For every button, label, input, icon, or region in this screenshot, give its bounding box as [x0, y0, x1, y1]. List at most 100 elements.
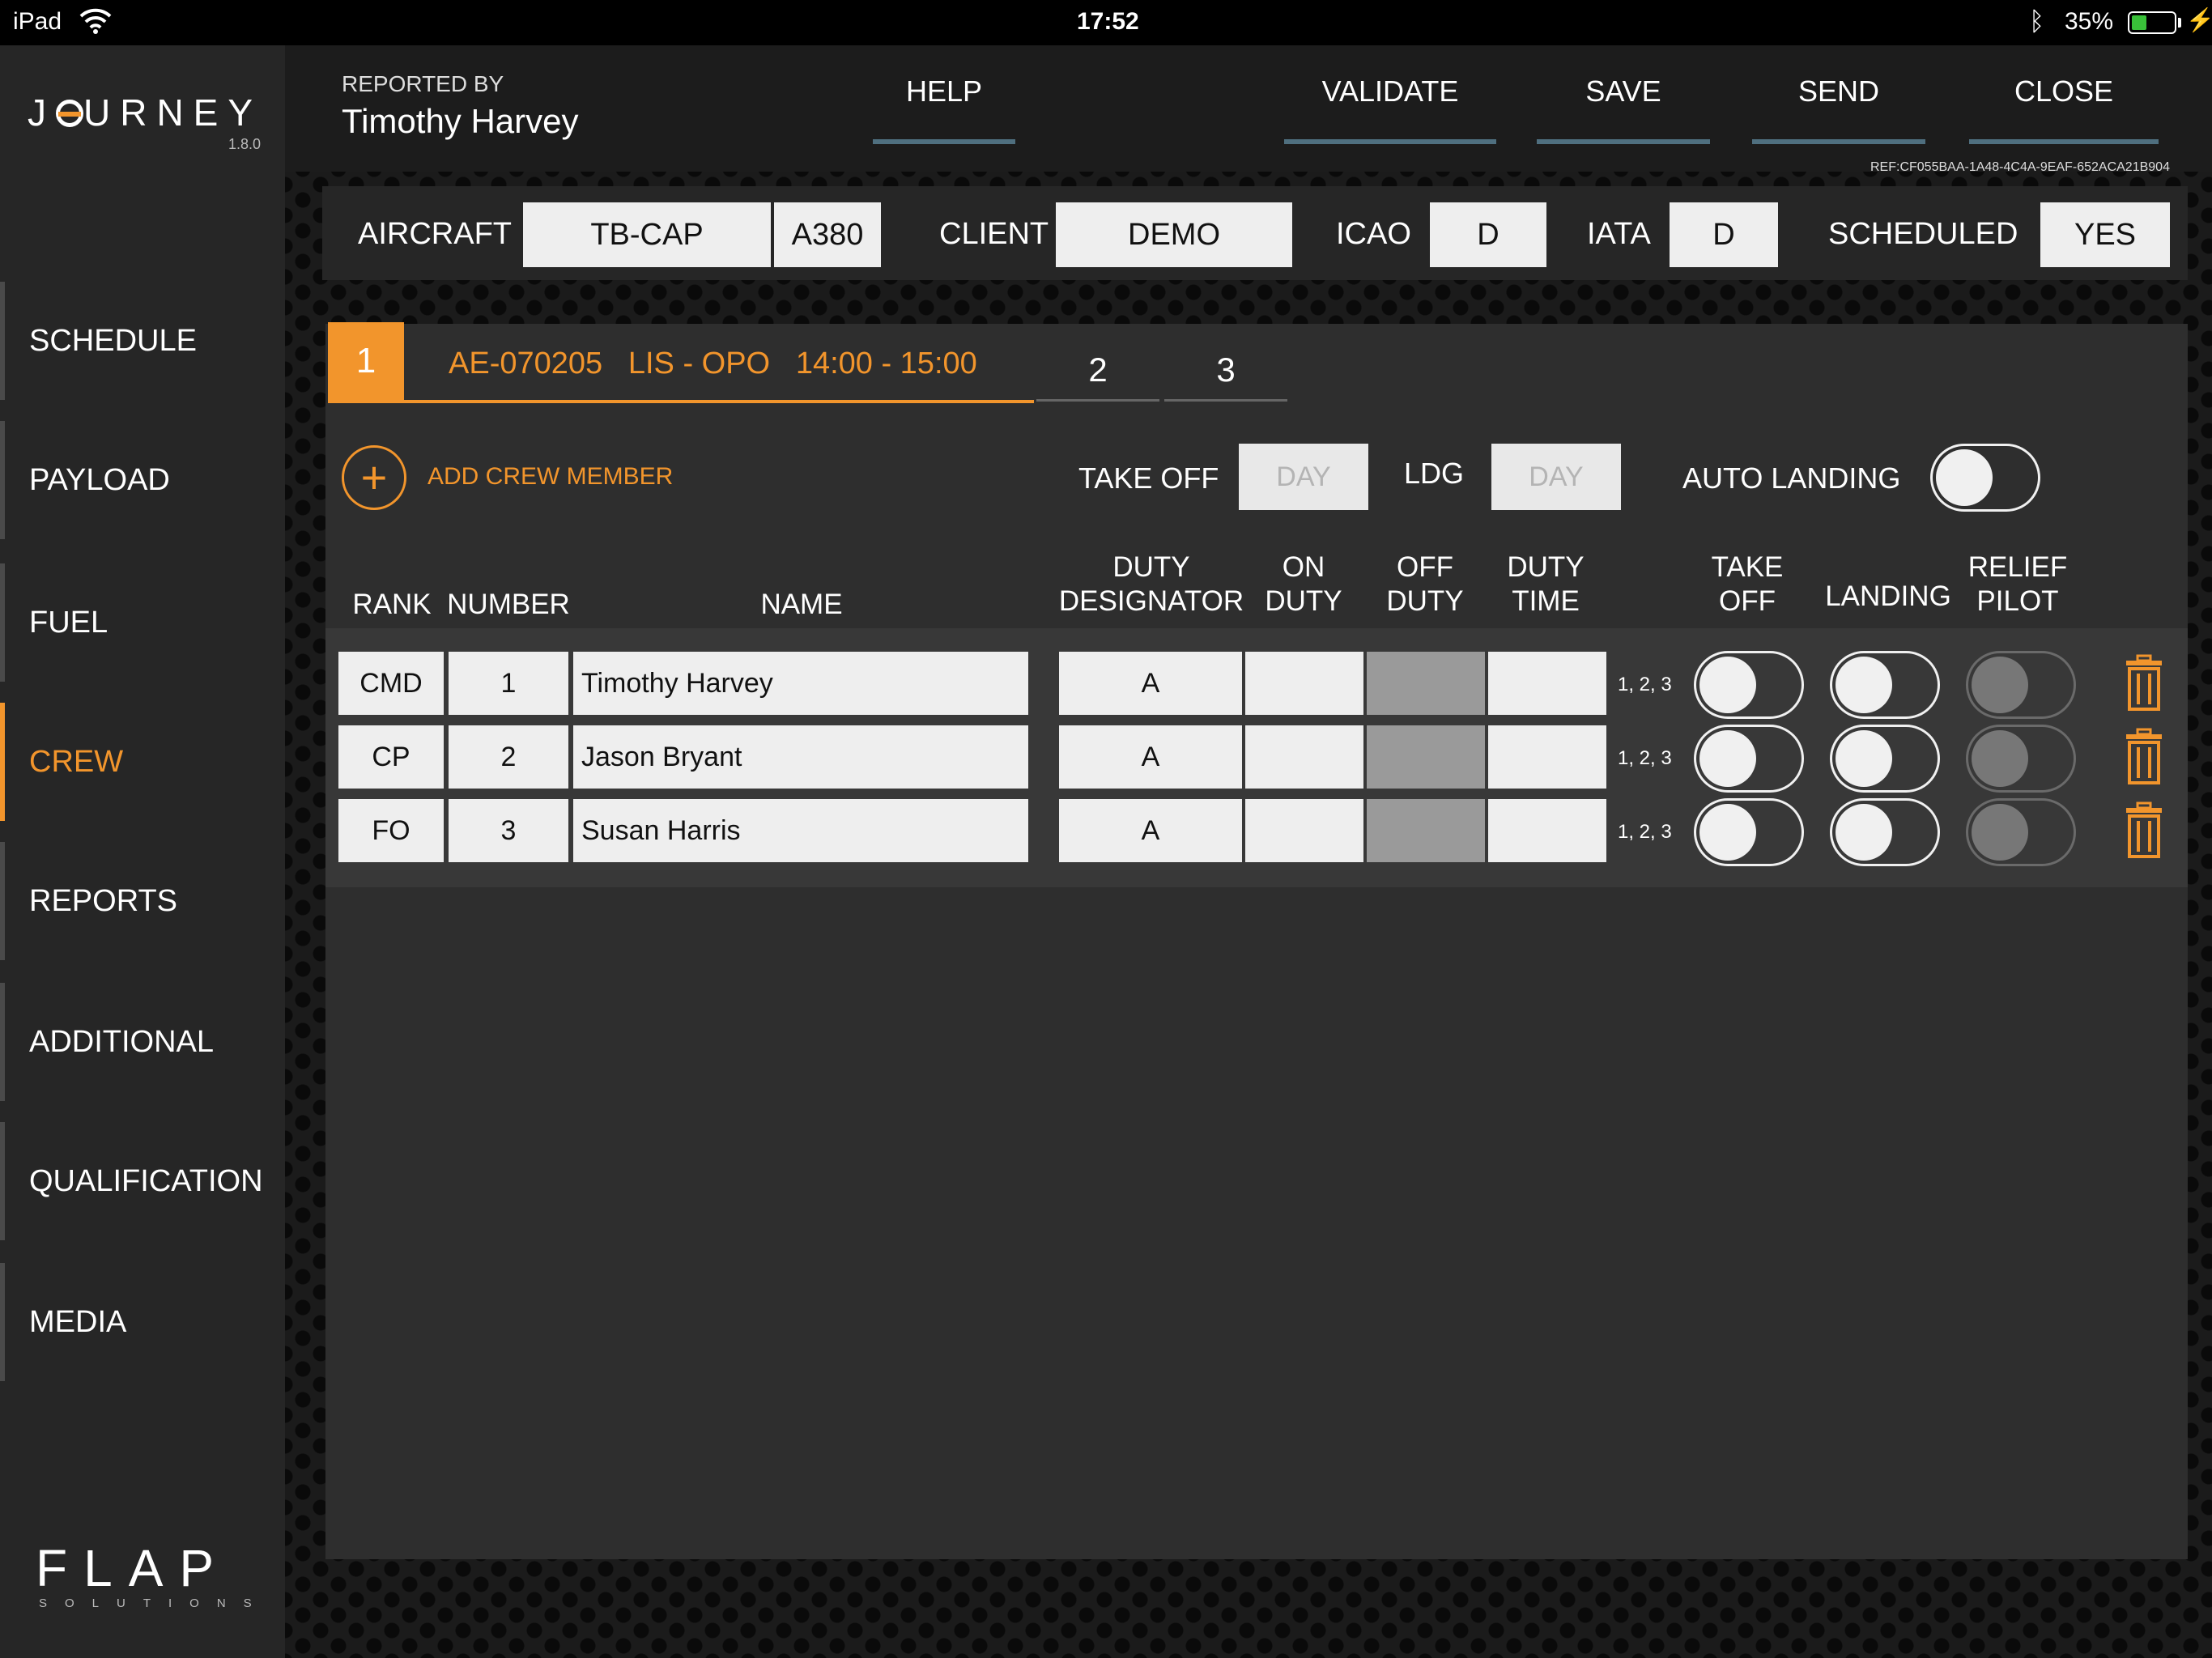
sidebar-item-label: PAYLOAD: [29, 462, 170, 497]
scheduled-field[interactable]: YES: [2040, 202, 2170, 267]
save-button[interactable]: SAVE: [1537, 70, 1710, 144]
duty-time-field[interactable]: [1488, 725, 1606, 789]
header-on-duty: ON DUTY: [1247, 551, 1360, 619]
header-line: TIME: [1512, 585, 1580, 617]
sidebar-item-reports[interactable]: REPORTS: [0, 842, 285, 960]
add-crew-plus-icon[interactable]: +: [342, 445, 406, 510]
device-name: iPad: [13, 8, 62, 35]
take-off-toggle[interactable]: [1694, 651, 1804, 719]
scheduled-label: SCHEDULED: [1828, 217, 2018, 251]
crew-rank-field[interactable]: CP: [338, 725, 444, 789]
client-field[interactable]: DEMO: [1056, 202, 1292, 267]
sidebar-item-label: REPORTS: [29, 883, 178, 918]
header-duty-designator: DUTY DESIGNATOR: [1057, 551, 1245, 619]
sidebar-item-media[interactable]: MEDIA: [0, 1263, 285, 1381]
header-landing: LANDING: [1825, 580, 1951, 612]
status-bar: iPad 17:52 ᛒ 35%: [0, 0, 2212, 45]
toggle-knob: [1972, 804, 2028, 861]
crew-name-field[interactable]: Susan Harris: [573, 799, 1028, 862]
save-button-label: SAVE: [1585, 74, 1661, 108]
active-tab-underline: [328, 400, 1034, 403]
header-line: DUTY: [1112, 551, 1190, 583]
header-line: ON: [1282, 551, 1325, 583]
tab-flight-3[interactable]: 3: [1164, 340, 1287, 402]
crew-number-field[interactable]: 1: [449, 652, 568, 715]
active-flight-info[interactable]: AE-070205 LIS - OPO 14:00 - 15:00: [449, 346, 977, 381]
iata-field[interactable]: D: [1670, 202, 1778, 267]
toggle-knob: [1699, 657, 1756, 713]
sidebar-item-qualification[interactable]: QUALIFICATION: [0, 1122, 285, 1240]
duty-designator-field[interactable]: A: [1059, 725, 1242, 789]
header-line: TAKE: [1711, 551, 1784, 583]
sidebar-item-label: FUEL: [29, 605, 108, 640]
journey-logo: J URNEY: [28, 91, 263, 134]
header-line: OFF: [1719, 585, 1776, 617]
sidebar-item-crew[interactable]: CREW: [0, 703, 285, 821]
header-line: DUTY: [1507, 551, 1585, 583]
sidebar-item-label: MEDIA: [29, 1304, 127, 1339]
landing-toggle[interactable]: [1830, 725, 1940, 793]
help-button[interactable]: HELP: [873, 70, 1015, 144]
crew-rank-field[interactable]: CMD: [338, 652, 444, 715]
duty-time-field[interactable]: [1488, 652, 1606, 715]
icao-field[interactable]: D: [1430, 202, 1546, 267]
duty-time-field[interactable]: [1488, 799, 1606, 862]
header-line: DUTY: [1265, 585, 1342, 617]
close-button[interactable]: CLOSE: [1969, 70, 2159, 144]
flight-time: 14:00 - 15:00: [795, 346, 977, 380]
take-off-label: TAKE OFF: [1078, 461, 1219, 495]
off-duty-field: [1367, 725, 1485, 789]
sidebar-item-schedule[interactable]: SCHEDULE: [0, 282, 285, 400]
take-off-toggle[interactable]: [1694, 725, 1804, 793]
sidebar-item-label: CREW: [29, 744, 124, 779]
delete-crew-icon[interactable]: [2125, 654, 2163, 712]
crew-name-field[interactable]: Timothy Harvey: [573, 652, 1028, 715]
duty-designator-field[interactable]: A: [1059, 799, 1242, 862]
duty-designator-field[interactable]: A: [1059, 652, 1242, 715]
crew-rank-field[interactable]: FO: [338, 799, 444, 862]
reference-id: REF:CF055BAA-1A48-4C4A-9EAF-652ACA21B904: [1870, 160, 2170, 174]
on-duty-field[interactable]: [1245, 652, 1363, 715]
on-duty-field[interactable]: [1245, 725, 1363, 789]
header-duty-time: DUTY TIME: [1487, 551, 1605, 619]
reported-by-name: Timothy Harvey: [342, 102, 579, 140]
header-number: NUMBER: [447, 589, 570, 620]
validate-button[interactable]: VALIDATE: [1284, 70, 1496, 144]
ldg-label: LDG: [1404, 457, 1465, 490]
header-line: PILOT: [1976, 585, 2059, 617]
ldg-select[interactable]: DAY: [1491, 444, 1621, 510]
app-version: 1.8.0: [228, 136, 262, 152]
toggle-knob: [1699, 730, 1756, 787]
sidebar-item-additional[interactable]: ADDITIONAL: [0, 983, 285, 1101]
landing-toggle[interactable]: [1830, 798, 1940, 866]
take-off-toggle[interactable]: [1694, 798, 1804, 866]
tab-flight-1[interactable]: 1: [328, 322, 404, 400]
toggle-knob: [1836, 730, 1892, 787]
crew-number-field[interactable]: 3: [449, 799, 568, 862]
header-take-off: TAKE OFF: [1689, 551, 1806, 619]
aircraft-registration-field[interactable]: TB-CAP: [523, 202, 771, 267]
aircraft-label: AIRCRAFT: [358, 217, 512, 251]
add-crew-member-button[interactable]: ADD CREW MEMBER: [428, 463, 673, 491]
battery-icon: [2128, 11, 2176, 34]
delete-crew-icon[interactable]: [2125, 801, 2163, 860]
battery-fill: [2132, 15, 2147, 30]
landing-toggle[interactable]: [1830, 651, 1940, 719]
tab-flight-2[interactable]: 2: [1036, 340, 1159, 402]
aircraft-type-field[interactable]: A380: [774, 202, 881, 267]
auto-landing-toggle[interactable]: [1930, 444, 2040, 512]
auto-landing-label: AUTO LANDING: [1682, 461, 1901, 495]
toggle-knob: [1836, 804, 1892, 861]
header-name: NAME: [760, 589, 843, 620]
header-line: DESIGNATOR: [1058, 585, 1244, 617]
crew-number-field[interactable]: 2: [449, 725, 568, 789]
battery-percent: 35%: [2065, 8, 2114, 35]
sidebar-item-payload[interactable]: PAYLOAD: [0, 421, 285, 539]
on-duty-field[interactable]: [1245, 799, 1363, 862]
toggle-knob: [1936, 449, 1993, 506]
delete-crew-icon[interactable]: [2125, 728, 2163, 786]
take-off-select[interactable]: DAY: [1239, 444, 1368, 510]
send-button[interactable]: SEND: [1752, 70, 1925, 144]
sidebar-item-fuel[interactable]: FUEL: [0, 563, 285, 682]
crew-name-field[interactable]: Jason Bryant: [573, 725, 1028, 789]
